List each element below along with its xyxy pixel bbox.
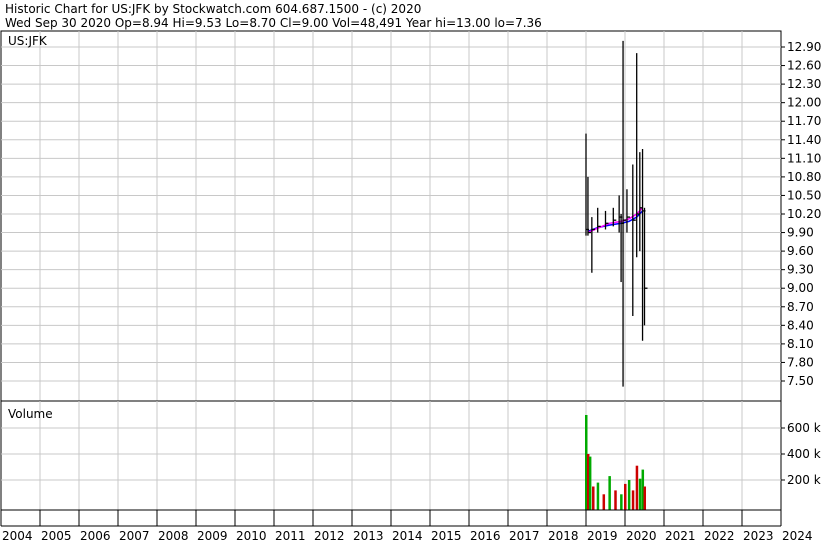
price-tick-label: 9.60 [787,244,814,258]
x-tick-label: 2013 [353,529,384,543]
x-tick-label: 2012 [314,529,345,543]
x-tick-label: 2016 [470,529,501,543]
x-axis: 2004 2005 2006 2007 2008 2009 2010 2011 2012 2013… [0,509,813,543]
x-tick-label: 2024 [782,529,813,543]
volume-tick-label: 400 k [787,447,821,461]
x-tick-label: 2020 [626,529,657,543]
price-tick-label: 11.40 [787,133,821,147]
volume-bar [631,490,635,510]
x-tick-label: 2010 [236,529,267,543]
stock-chart: Historic Chart for US:JFK by Stockwatch.… [0,2,821,543]
price-tick-label: 8.40 [787,318,814,332]
x-tick-label: 2021 [665,529,696,543]
x-tick-label: 2015 [431,529,462,543]
x-tick-label: 2005 [41,529,72,543]
volume-bar [602,494,606,510]
x-tick-label: 2014 [392,529,423,543]
price-tick-label: 11.70 [787,114,821,128]
chart-header-line2: Wed Sep 30 2020 Op=8.94 Hi=9.53 Lo=8.70 … [5,16,542,30]
volume-bar [624,483,627,510]
volume-bar [627,480,631,510]
x-tick-label: 2006 [80,529,111,543]
x-tick-label: 2017 [509,529,540,543]
volume-grid [1,401,781,510]
price-tick-label: 12.00 [787,96,821,110]
x-tick-label: 2022 [704,529,735,543]
x-tick-label: 2007 [119,529,150,543]
price-tick-label: 12.90 [787,40,821,54]
volume-y-ticks: 600 k 400 k 200 k [781,421,821,487]
volume-panel-label: Volume [8,407,53,421]
price-tick-label: 12.60 [787,59,821,73]
volume-bar [592,486,595,510]
price-panel-label: US:JFK [8,34,48,48]
price-tick-label: 7.80 [787,355,814,369]
price-y-ticks: 12.90 12.60 12.30 12.00 11.70 11.40 11.10 10.80… [781,40,821,388]
price-tick-label: 11.10 [787,151,821,165]
price-tick-label: 10.80 [787,170,821,184]
x-tick-label: 2004 [2,529,33,543]
x-tick-label: 2009 [197,529,228,543]
volume-panel: Volume 600 k 400 k 200 k [0,400,821,511]
volume-bar [614,490,617,510]
volume-bar [643,486,646,510]
volume-bar [635,465,639,510]
price-tick-label: 9.90 [787,226,814,240]
price-tick-label: 10.20 [787,207,821,221]
price-grid [1,31,781,401]
volume-bar [588,456,592,510]
price-tick-label: 12.30 [787,77,821,91]
price-tick-label: 8.10 [787,337,814,351]
volume-tick-label: 600 k [787,421,821,435]
volume-bar [608,476,611,510]
chart-header-line1: Historic Chart for US:JFK by Stockwatch.… [5,2,421,16]
x-tick-label: 2019 [587,529,618,543]
x-tick-label: 2008 [158,529,189,543]
x-tick-label: 2018 [548,529,579,543]
x-tick-label: 2023 [743,529,774,543]
price-tick-label: 8.70 [787,300,814,314]
volume-bar [638,478,642,510]
price-tick-label: 10.50 [787,188,821,202]
volume-bar [596,482,600,510]
price-panel: US:JFK 12.90 12.60 12.30 12.00 11.70 11.40 11.… [0,30,821,402]
volume-bar [620,494,623,510]
volume-tick-label: 200 k [787,473,821,487]
price-tick-label: 7.50 [787,374,814,388]
x-tick-label: 2011 [275,529,306,543]
price-tick-label: 9.00 [787,281,814,295]
price-tick-label: 9.30 [787,263,814,277]
